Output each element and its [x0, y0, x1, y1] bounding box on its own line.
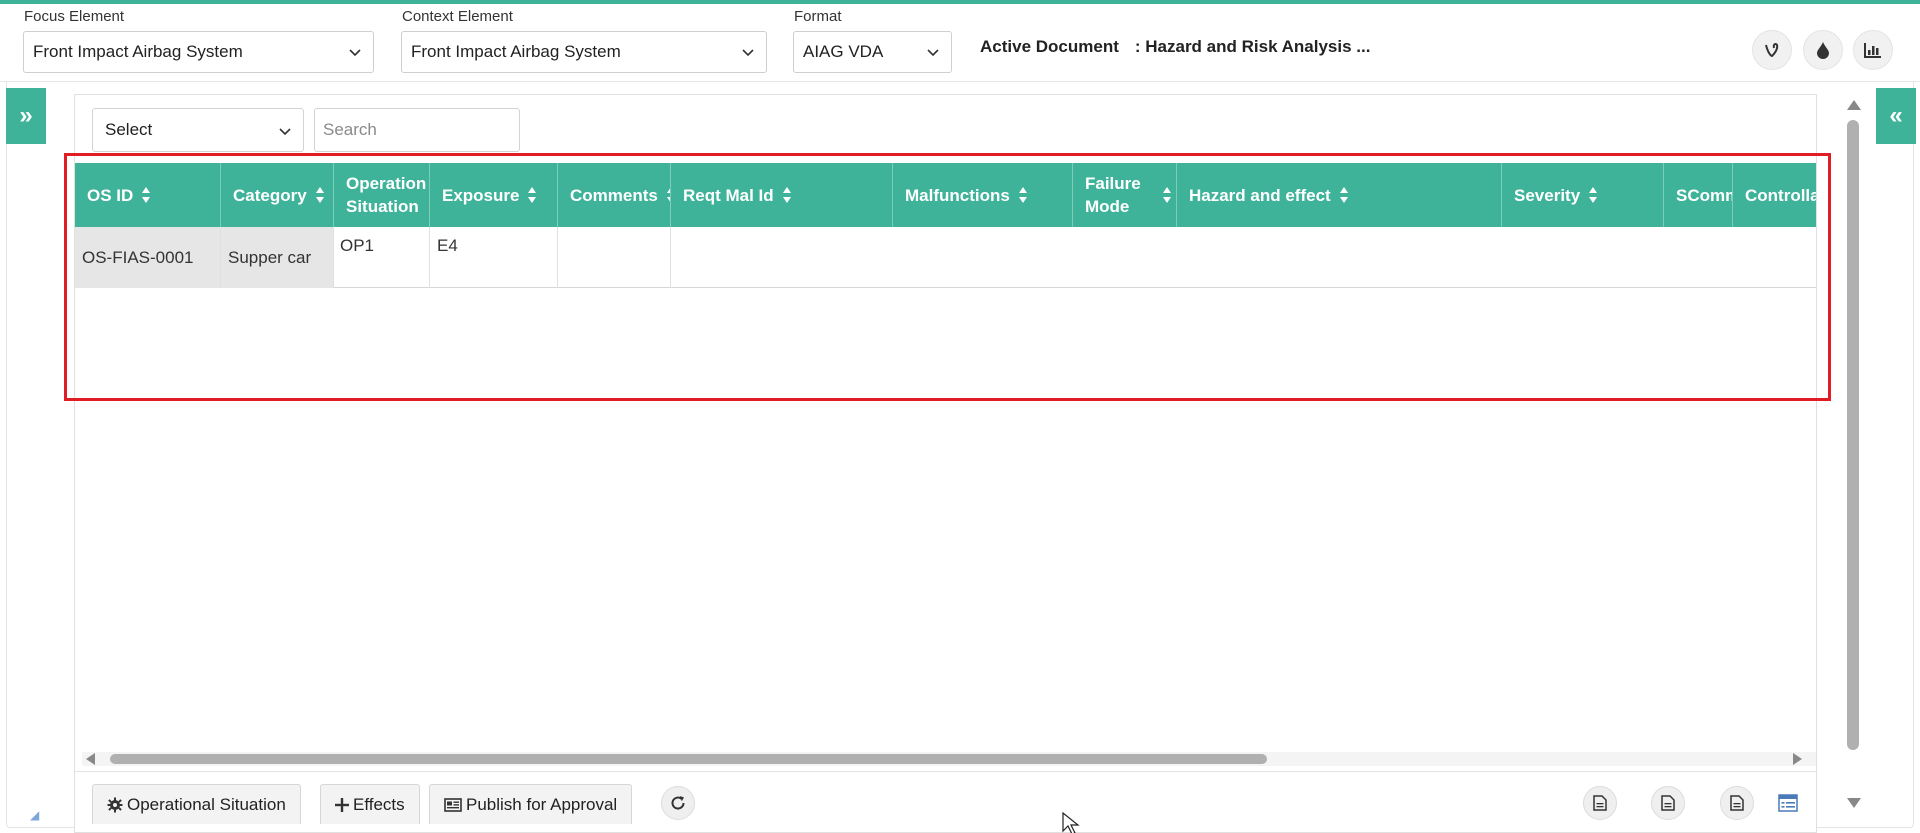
- operational-situation-label: Operational Situation: [127, 794, 286, 814]
- list-columns-icon: [1778, 794, 1798, 812]
- table-highlight-box: [64, 153, 1831, 401]
- effects-button[interactable]: Effects: [320, 784, 420, 824]
- chevron-down-icon: [349, 49, 361, 57]
- search-input[interactable]: [314, 108, 520, 152]
- refresh-icon: [671, 796, 685, 810]
- context-element-value: Front Impact Airbag System: [411, 42, 621, 61]
- format-dropdown[interactable]: AIAG VDA: [793, 31, 952, 73]
- scroll-left-arrow-icon[interactable]: [86, 753, 95, 765]
- document-icon: [1661, 795, 1675, 811]
- export-document-button-3[interactable]: [1720, 786, 1754, 820]
- scroll-up-arrow-icon[interactable]: [1847, 100, 1861, 110]
- chevron-down-icon: [279, 128, 291, 136]
- double-chevron-left-icon: «: [1889, 102, 1903, 129]
- active-document: Active Document : Hazard and Risk Analysi…: [980, 37, 1370, 57]
- context-element-label: Context Element: [402, 8, 513, 25]
- plus-icon: [335, 797, 349, 812]
- mouse-cursor-icon: [1062, 812, 1080, 833]
- refresh-button[interactable]: [661, 786, 695, 820]
- format-value: AIAG VDA: [803, 42, 884, 61]
- format-label: Format: [794, 8, 842, 25]
- horizontal-scrollbar-thumb[interactable]: [110, 754, 1267, 764]
- vine-icon-button[interactable]: [1752, 30, 1792, 70]
- newspaper-icon: [444, 797, 462, 812]
- focus-element-value: Front Impact Airbag System: [33, 42, 243, 61]
- chart-icon-button[interactable]: [1853, 30, 1893, 70]
- document-icon: [1593, 795, 1607, 811]
- header-bar: Focus Element Front Impact Airbag System…: [0, 6, 1920, 82]
- document-icon: [1730, 795, 1744, 811]
- operational-situation-button[interactable]: Operational Situation: [92, 784, 301, 824]
- double-chevron-right-icon: »: [19, 102, 33, 129]
- scroll-down-arrow-icon[interactable]: [1847, 798, 1861, 808]
- focus-element-label: Focus Element: [24, 8, 125, 25]
- bar-chart-icon: [1864, 43, 1881, 58]
- context-element-dropdown[interactable]: Front Impact Airbag System: [401, 31, 767, 73]
- publish-for-approval-label: Publish for Approval: [466, 794, 618, 814]
- publish-for-approval-button[interactable]: Publish for Approval: [429, 784, 633, 824]
- vertical-scrollbar-thumb[interactable]: [1847, 120, 1859, 750]
- vine-icon: [1765, 43, 1779, 58]
- gear-icon: [107, 797, 123, 812]
- drop-icon: [1817, 42, 1829, 59]
- expand-left-panel-button[interactable]: »: [6, 88, 46, 144]
- column-select-dropdown[interactable]: Select: [92, 108, 304, 152]
- top-accent-bar: [0, 0, 1920, 4]
- drop-icon-button[interactable]: [1803, 30, 1843, 70]
- focus-element-dropdown[interactable]: Front Impact Airbag System: [23, 31, 374, 73]
- export-document-button-2[interactable]: [1651, 786, 1685, 820]
- active-document-label: Active Document: [980, 37, 1119, 56]
- column-select-value: Select: [105, 120, 153, 139]
- chevron-down-icon: [742, 49, 754, 57]
- chevron-down-icon: [927, 49, 939, 57]
- export-document-button-1[interactable]: [1583, 786, 1617, 820]
- column-list-button[interactable]: [1778, 794, 1798, 817]
- active-document-value[interactable]: : Hazard and Risk Analysis ...: [1135, 37, 1371, 56]
- effects-label: Effects: [353, 794, 405, 814]
- expand-right-panel-button[interactable]: «: [1876, 88, 1916, 144]
- scroll-right-arrow-icon[interactable]: [1793, 753, 1802, 765]
- bottom-separator: [75, 771, 1816, 772]
- resize-corner-icon[interactable]: ◢: [30, 808, 39, 822]
